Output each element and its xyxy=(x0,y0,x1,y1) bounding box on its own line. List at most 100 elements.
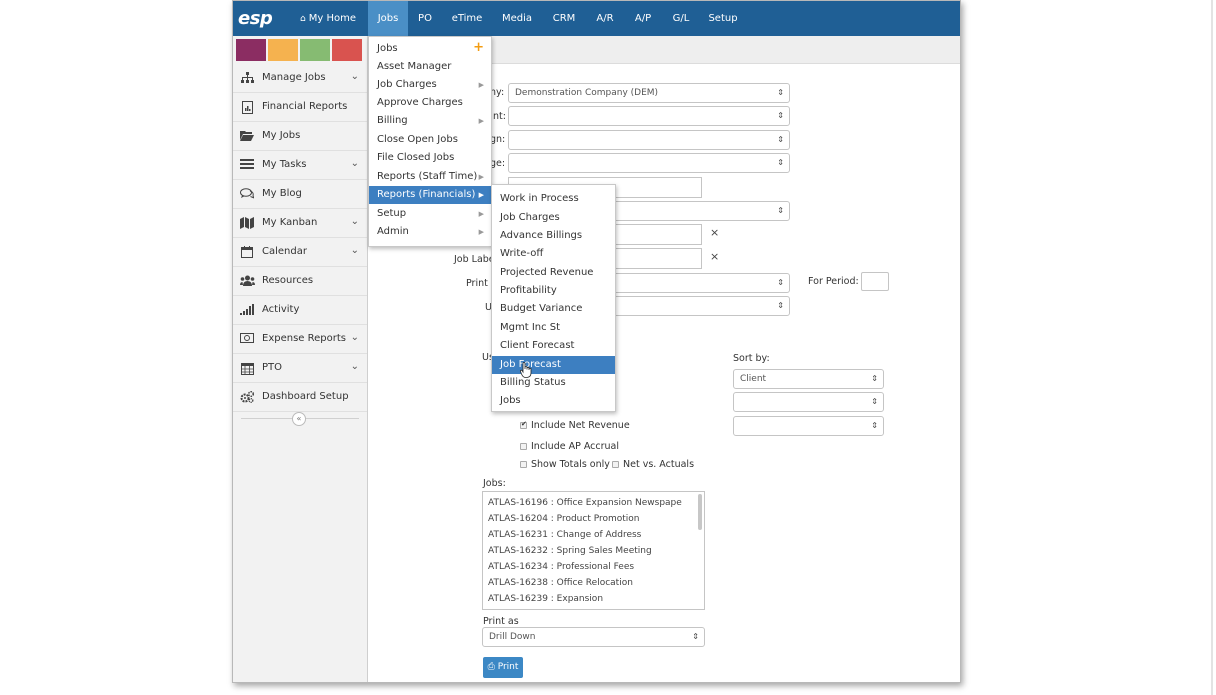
list-item[interactable]: ATLAS-16204 : Product Promotion xyxy=(488,514,640,524)
print-as-select[interactable]: Drill Down ⇕ xyxy=(482,627,705,647)
theme-swatch-orange[interactable] xyxy=(268,39,298,61)
nav-media[interactable]: Media xyxy=(500,1,534,36)
campaign-select[interactable]: ⇕ xyxy=(508,130,790,150)
menu-item-job-charges[interactable]: Job Charges ▶ xyxy=(369,76,491,94)
chevron-down-icon: ⌄ xyxy=(350,158,359,169)
nav-crm[interactable]: CRM xyxy=(549,1,579,36)
menu-item-file-closed-jobs[interactable]: File Closed Jobs xyxy=(369,149,491,167)
jobs-listbox[interactable]: ATLAS-16196 : Office Expansion Newspape … xyxy=(482,491,705,610)
nav-ap[interactable]: A/P xyxy=(631,1,655,36)
jobs-menu: Jobs + Asset Manager Job Charges ▶ Approve… xyxy=(368,36,492,247)
report-icon xyxy=(240,101,254,114)
theme-swatch-green[interactable] xyxy=(300,39,330,61)
include-net-revenue-checkbox[interactable] xyxy=(520,420,527,429)
list-item[interactable]: ATLAS-16196 : Office Expansion Newspape xyxy=(488,498,682,508)
sidebar-item-my-tasks[interactable]: My Tasks ⌄ xyxy=(233,151,367,180)
plus-icon[interactable]: + xyxy=(473,39,484,57)
sidebar-item-resources[interactable]: Resources xyxy=(233,267,367,296)
submenu-item-client-forecast[interactable]: Client Forecast xyxy=(492,337,615,355)
print-icon: ⎙ xyxy=(487,662,495,672)
menu-item-billing[interactable]: Billing ▶ xyxy=(369,112,491,130)
select-arrows-icon: ⇕ xyxy=(692,632,699,641)
list-item[interactable]: ATLAS-16231 : Change of Address xyxy=(488,530,641,540)
submenu-item-mgmt-inc-st[interactable]: Mgmt Inc St xyxy=(492,319,615,337)
submenu-item-billing-status[interactable]: Billing Status xyxy=(492,374,615,392)
nav-po[interactable]: PO xyxy=(414,1,436,36)
list-item[interactable]: ATLAS-16234 : Professional Fees xyxy=(488,562,634,572)
job-label-label: Job Labe xyxy=(454,254,495,265)
sidebar-collapse-row: « xyxy=(233,410,367,426)
chevron-down-icon: ⌄ xyxy=(350,245,359,256)
net-vs-actuals-label: Net vs. Actuals xyxy=(623,459,695,470)
chevron-down-icon: ⌄ xyxy=(350,216,359,227)
menu-item-asset-manager[interactable]: Asset Manager xyxy=(369,58,491,76)
theme-swatch-red[interactable] xyxy=(332,39,362,61)
sidebar-item-manage-jobs[interactable]: Manage Jobs ⌄ xyxy=(233,64,367,93)
print-button[interactable]: ⎙ Print xyxy=(483,657,523,678)
app-window: esp ⌂ My Home Jobs PO eTime Media CRM A/R… xyxy=(232,0,961,683)
nav-setup[interactable]: Setup xyxy=(707,1,739,36)
sidebar: Manage Jobs ⌄ Financial Reports My Jobs … xyxy=(233,36,368,682)
sort-by-select-2[interactable]: ⇕ xyxy=(733,392,884,412)
menu-item-reports-staff-time[interactable]: Reports (Staff Time) ▶ xyxy=(369,168,491,186)
theme-swatch-purple[interactable] xyxy=(236,39,266,61)
caret-right-icon: ▶ xyxy=(478,210,484,218)
clear-icon[interactable]: × xyxy=(710,226,719,239)
sort-by-select-1[interactable]: Client ⇕ xyxy=(733,369,884,389)
collapse-sidebar-button[interactable]: « xyxy=(292,412,306,426)
hand-cursor-icon xyxy=(520,362,532,378)
sidebar-item-my-jobs[interactable]: My Jobs xyxy=(233,122,367,151)
stage-select[interactable]: ⇕ xyxy=(508,153,790,173)
company-select[interactable]: Demonstration Company (DEM) ⇕ xyxy=(508,83,790,103)
submenu-item-budget-variance[interactable]: Budget Variance xyxy=(492,300,615,318)
scrollbar-thumb[interactable] xyxy=(698,494,702,530)
sidebar-item-expense-reports[interactable]: Expense Reports ⌄ xyxy=(233,325,367,354)
include-ap-accrual-checkbox[interactable] xyxy=(520,443,527,450)
sidebar-item-pto[interactable]: PTO ⌄ xyxy=(233,354,367,383)
comments-icon xyxy=(240,188,256,201)
list-item[interactable]: ATLAS-16232 : Spring Sales Meeting xyxy=(488,546,652,556)
sidebar-item-dashboard-setup[interactable]: Dashboard Setup xyxy=(233,383,367,412)
users-icon xyxy=(240,275,255,288)
show-totals-only-checkbox[interactable] xyxy=(520,461,527,468)
esp-logo[interactable]: esp xyxy=(238,8,273,29)
for-period-input[interactable] xyxy=(861,272,889,291)
sidebar-item-financial-reports[interactable]: Financial Reports xyxy=(233,93,367,122)
submenu-item-projected-revenue[interactable]: Projected Revenue xyxy=(492,264,615,282)
nav-ar[interactable]: A/R xyxy=(593,1,617,36)
folder-open-icon xyxy=(240,130,254,143)
submenu-item-profitability[interactable]: Profitability xyxy=(492,282,615,300)
menu-item-setup[interactable]: Setup ▶ xyxy=(369,205,491,223)
submenu-item-advance-billings[interactable]: Advance Billings xyxy=(492,227,615,245)
nav-jobs[interactable]: Jobs xyxy=(368,1,408,36)
sidebar-item-calendar[interactable]: Calendar ⌄ xyxy=(233,238,367,267)
submenu-item-work-in-process[interactable]: Work in Process xyxy=(492,190,615,208)
sidebar-item-activity[interactable]: Activity xyxy=(233,296,367,325)
nav-my-home[interactable]: ⌂ My Home xyxy=(295,1,361,36)
page-divider xyxy=(1211,0,1213,695)
map-icon xyxy=(240,217,254,230)
client-select[interactable]: ⇕ xyxy=(508,106,790,126)
menu-item-close-open-jobs[interactable]: Close Open Jobs xyxy=(369,131,491,149)
print-as-label: Print as xyxy=(483,616,519,627)
caret-right-icon: ▶ xyxy=(478,228,484,236)
submenu-item-jobs[interactable]: Jobs xyxy=(492,392,615,410)
submenu-item-write-off[interactable]: Write-off xyxy=(492,245,615,263)
caret-right-icon: ▶ xyxy=(478,81,484,89)
list-item[interactable]: ATLAS-16239 : Expansion xyxy=(488,594,603,604)
submenu-item-job-charges[interactable]: Job Charges xyxy=(492,209,615,227)
select-arrows-icon: ⇕ xyxy=(777,206,784,215)
sidebar-item-my-kanban[interactable]: My Kanban ⌄ xyxy=(233,209,367,238)
list-item[interactable]: ATLAS-16238 : Office Relocation xyxy=(488,578,633,588)
menu-item-reports-financials[interactable]: Reports (Financials) ▶ xyxy=(369,186,491,204)
net-vs-actuals-checkbox[interactable] xyxy=(612,461,619,468)
menu-item-approve-charges[interactable]: Approve Charges xyxy=(369,94,491,112)
menu-item-admin[interactable]: Admin ▶ xyxy=(369,223,491,241)
sort-by-select-3[interactable]: ⇕ xyxy=(733,416,884,436)
nav-etime[interactable]: eTime xyxy=(450,1,484,36)
sidebar-item-my-blog[interactable]: My Blog xyxy=(233,180,367,209)
nav-gl[interactable]: G/L xyxy=(669,1,693,36)
clear-icon[interactable]: × xyxy=(710,250,719,263)
submenu-item-job-forecast[interactable]: Job Forecast xyxy=(492,356,615,374)
menu-item-jobs[interactable]: Jobs + xyxy=(369,40,491,58)
